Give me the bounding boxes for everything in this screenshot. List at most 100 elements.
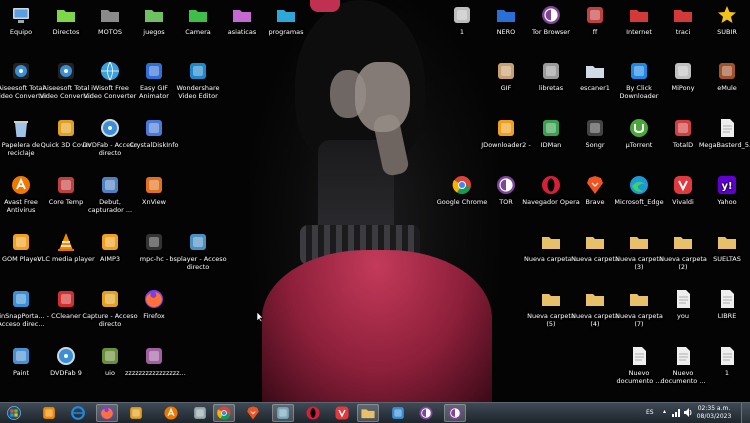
film-reel-icon — [10, 60, 32, 82]
winsnap-icon — [10, 288, 32, 310]
chrome-icon — [451, 174, 473, 196]
folder-icon — [584, 60, 606, 82]
gom-icon — [10, 231, 32, 253]
desktop-icon-label: 1 — [724, 369, 730, 377]
disc-icon — [55, 345, 77, 367]
download-icon — [628, 60, 650, 82]
emule-icon — [716, 60, 738, 82]
desktop-icon-sueltas[interactable]: SUELTAS — [698, 231, 750, 263]
taskbar-button-app[interactable] — [189, 404, 211, 422]
text-file-icon — [672, 288, 694, 310]
disc-icon — [99, 117, 121, 139]
swirl-icon — [192, 405, 208, 421]
edge-icon — [628, 174, 650, 196]
folder-icon — [275, 4, 297, 26]
taskbar-button-opera[interactable] — [302, 404, 324, 422]
computer-icon — [10, 4, 32, 26]
taskbar-button-avast[interactable] — [160, 404, 182, 422]
text-file-icon — [672, 345, 694, 367]
taskbar-button-start[interactable] — [3, 404, 25, 422]
brave-icon — [245, 405, 261, 421]
desktop-icon-label: XnView — [142, 198, 166, 206]
mouse-cursor-icon — [256, 311, 264, 323]
folder-icon — [360, 405, 376, 421]
tor-icon — [447, 405, 463, 421]
taskbar-button-pinned-orb[interactable] — [38, 404, 60, 422]
taskbar-button-tor2[interactable] — [444, 404, 466, 422]
idm-icon — [540, 117, 562, 139]
taskbar-button-explorer[interactable] — [357, 404, 379, 422]
tor-icon — [495, 174, 517, 196]
folder-icon — [628, 231, 650, 253]
bsplayer-icon — [187, 231, 209, 253]
taskbar-button-tool[interactable] — [387, 404, 409, 422]
desktop-icon-doc1[interactable]: 1 — [698, 345, 750, 377]
tor-icon — [540, 4, 562, 26]
gif-icon — [143, 60, 165, 82]
clock-date: 08/03/2023 — [696, 413, 732, 420]
phone-icon — [451, 4, 473, 26]
taskbar-button-firefox[interactable] — [96, 404, 118, 422]
desktop-icon-xnview[interactable]: XnView — [125, 174, 183, 206]
desktop-icon-bsplayer[interactable]: bsplayer - Acceso directo — [169, 231, 227, 271]
tool-icon — [390, 405, 406, 421]
globe-icon — [99, 60, 121, 82]
opera-icon — [540, 174, 562, 196]
taskbar-button-ie[interactable] — [67, 404, 89, 422]
vivaldi-icon — [334, 405, 350, 421]
taskbar-button-window[interactable] — [272, 404, 294, 422]
opera-icon — [305, 405, 321, 421]
clock[interactable]: 02:35 a.m. 08/03/2023 — [692, 405, 736, 421]
box-icon — [540, 60, 562, 82]
window-icon — [275, 405, 291, 421]
utorrent-icon — [628, 117, 650, 139]
taskbar-button-brave[interactable] — [242, 404, 264, 422]
desktop-icon-label: Wondershare Video Editor — [176, 84, 220, 100]
desktop-icon-label: SUELTAS — [713, 255, 741, 263]
film-reel-icon — [55, 60, 77, 82]
chrome-icon — [216, 405, 232, 421]
folder-icon — [672, 231, 694, 253]
minecraft-icon — [99, 345, 121, 367]
desktop-icon-crystaldisk[interactable]: CrystalDiskInfo — [125, 117, 183, 149]
photo-icon — [143, 345, 165, 367]
desktop-icon-label: LIBRE — [717, 312, 737, 320]
network-icon[interactable] — [672, 408, 681, 417]
taskbar-button-chrome[interactable] — [213, 404, 235, 422]
windows-start-icon — [6, 405, 22, 421]
desktop-icon-libre[interactable]: LIBRE — [698, 288, 750, 320]
folder-icon — [584, 288, 606, 310]
taskbar-button-tor1[interactable] — [415, 404, 437, 422]
xnview-icon — [143, 174, 165, 196]
tray-arrow-icon[interactable]: ▴ — [663, 408, 666, 415]
desktop-icon-subir[interactable]: SUBIR — [698, 4, 750, 36]
folder-icon — [495, 4, 517, 26]
brave-icon — [584, 174, 606, 196]
desktop-icon-emule[interactable]: eMule — [698, 60, 750, 92]
desktop-icon-label: CrystalDiskInfo — [129, 141, 179, 149]
folder-icon — [540, 288, 562, 310]
desktop-icon-wondershare[interactable]: Wondershare Video Editor — [169, 60, 227, 100]
clapper-icon — [187, 60, 209, 82]
desktop-icon-programas[interactable]: programas — [257, 4, 315, 36]
desktop-icon-yahoo[interactable]: y! Yahoo — [698, 174, 750, 206]
desktop: Equipo Directos MOTOS juegos Camera asiaticas… — [0, 0, 750, 402]
vlc-icon — [55, 231, 77, 253]
folder-icon — [55, 4, 77, 26]
recycle-bin-icon — [10, 117, 32, 139]
folder-icon — [716, 231, 738, 253]
cube-icon — [55, 117, 77, 139]
desktop-icon-zzz[interactable]: zzzzzzzzzzzzzzzz... — [125, 345, 186, 377]
desktop-icon-megabasterd[interactable]: MegaBasterd_5... — [698, 117, 750, 149]
show-desktop-button[interactable] — [741, 403, 750, 423]
taskbar-button-media[interactable] — [125, 404, 147, 422]
language-indicator[interactable]: ES — [646, 409, 654, 416]
desktop-icon-firefox[interactable]: Firefox — [125, 288, 183, 320]
desktop-icon-label: bsplayer - Acceso directo — [169, 255, 227, 271]
media-player-icon — [128, 405, 144, 421]
taskbar-button-vivaldi[interactable] — [331, 404, 353, 422]
avast-icon — [163, 405, 179, 421]
desktop-icon-label: SUBIR — [717, 28, 737, 36]
mpc-icon — [143, 231, 165, 253]
paint-icon — [10, 345, 32, 367]
